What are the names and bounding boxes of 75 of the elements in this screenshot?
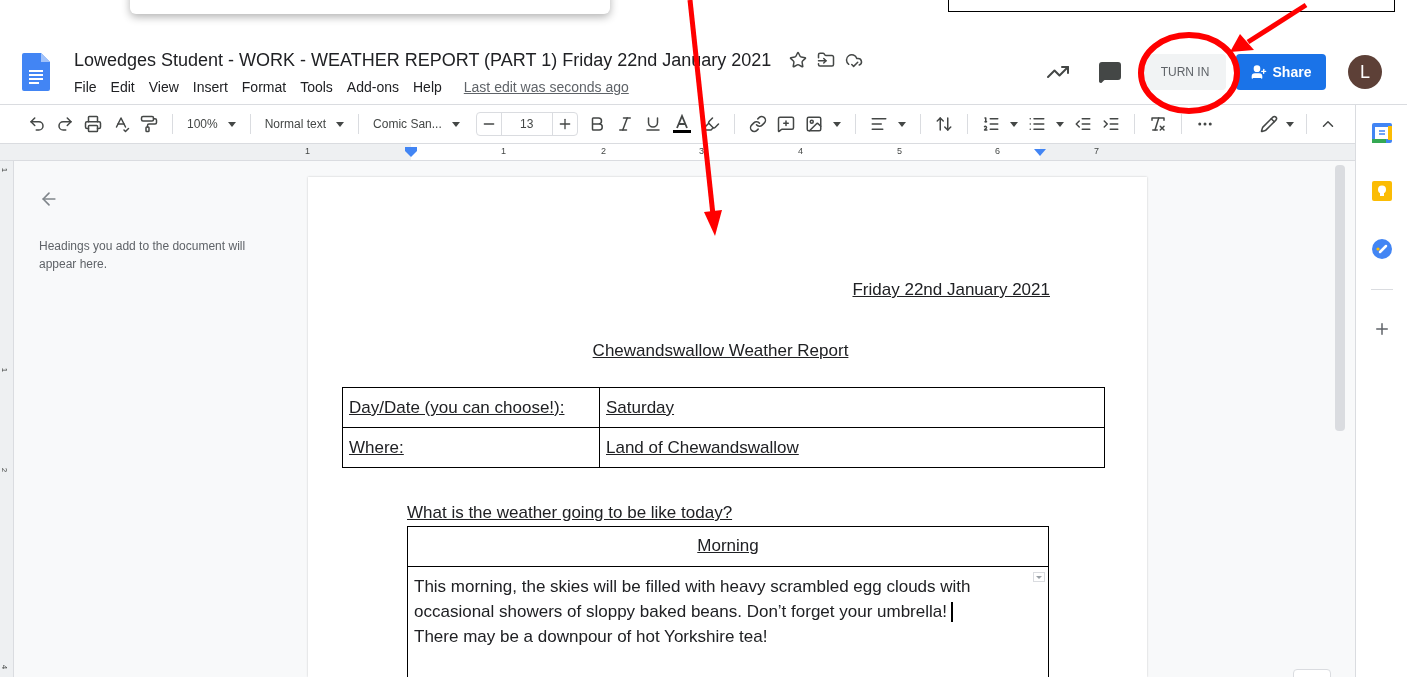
ruler-number: 1 — [305, 145, 310, 158]
menu-item[interactable]: Add-ons — [346, 76, 399, 98]
font-select[interactable]: Comic San... — [373, 115, 442, 133]
menu-item[interactable]: Edit — [110, 76, 135, 98]
check-circle-icon[interactable] — [1371, 239, 1392, 259]
line-spacing-icon[interactable] — [934, 115, 953, 133]
caret-icon[interactable] — [897, 121, 906, 127]
print-icon[interactable] — [84, 115, 102, 133]
increase-indent-icon[interactable] — [1101, 115, 1120, 133]
caret-icon[interactable] — [227, 121, 236, 127]
caret-icon[interactable] — [1055, 121, 1064, 127]
add-comment-icon[interactable] — [776, 115, 795, 133]
table-cell: Where: — [342, 427, 600, 468]
indent-marker-icon[interactable] — [405, 147, 417, 157]
numbered-list-icon[interactable] — [981, 115, 1000, 133]
ruler-number: 2 — [0, 467, 11, 473]
caret-icon[interactable] — [1286, 121, 1294, 127]
style-select[interactable]: Normal text — [264, 115, 327, 133]
table-cell-text: Morning — [697, 535, 759, 558]
ruler-number: 2 — [601, 145, 606, 158]
ruler-number: 4 — [798, 145, 803, 158]
table-cell: Saturday — [599, 387, 1105, 428]
indent-marker-icon[interactable] — [1034, 149, 1046, 156]
folder-icon[interactable] — [817, 51, 836, 69]
decrease-indent-icon[interactable] — [1073, 115, 1092, 133]
undo-icon[interactable] — [28, 115, 46, 133]
menu-item[interactable]: Tools — [300, 76, 333, 98]
outline-hint: Headings you add to the document will appear here. — [39, 238, 247, 273]
caret-icon[interactable] — [336, 121, 345, 127]
image-icon[interactable] — [804, 115, 823, 133]
ruler-number: 7 — [1094, 145, 1099, 158]
underline-icon[interactable] — [643, 115, 662, 133]
menu-item[interactable]: File — [74, 76, 97, 98]
ruler-number: 1 — [0, 167, 11, 173]
document-icon[interactable] — [22, 53, 50, 91]
report-heading: Chewandswallow Weather Report — [592, 339, 849, 362]
table-cell: Day/Date (you can choose!): — [342, 387, 600, 428]
link-icon[interactable] — [748, 115, 767, 133]
pencil-icon[interactable] — [1260, 115, 1278, 133]
caret-icon[interactable] — [832, 121, 841, 127]
ruler-number: 1 — [501, 145, 506, 158]
menu-item[interactable]: Help — [413, 76, 442, 98]
caret-icon[interactable] — [1009, 121, 1018, 127]
menu-item[interactable]: Format — [241, 76, 287, 98]
table-cell: Land of Chewandswallow — [599, 427, 1105, 468]
cloud-check-icon[interactable] — [845, 51, 864, 69]
turn-in-button[interactable]: TURN IN — [1144, 54, 1226, 90]
share-button[interactable]: Share — [1236, 54, 1326, 90]
redo-icon[interactable] — [56, 115, 74, 133]
last-edit-link[interactable]: Last edit was seconds ago — [463, 76, 629, 98]
star-icon[interactable] — [789, 51, 808, 69]
forecast-text: There may be a downpour of hot Yorkshire tea! — [414, 625, 769, 648]
ruler-number: 4 — [0, 664, 11, 670]
date-text: Friday 22nd January 2021 — [852, 279, 1050, 301]
align-icon[interactable] — [869, 115, 888, 133]
avatar[interactable]: L — [1348, 55, 1382, 89]
comment-icon[interactable] — [1098, 60, 1122, 84]
ruler-number: 5 — [897, 145, 902, 158]
menu-item[interactable]: View — [148, 76, 179, 98]
scrollbar-thumb[interactable] — [1335, 165, 1345, 431]
caret-icon[interactable] — [451, 121, 460, 127]
ruler-number: 1 — [0, 367, 11, 373]
menu-item[interactable]: Insert — [192, 76, 228, 98]
calendar-icon[interactable] — [1371, 123, 1392, 143]
text-color-icon[interactable] — [671, 114, 692, 134]
clear-formatting-icon[interactable] — [1148, 115, 1167, 133]
cell-dropdown-icon[interactable] — [1033, 571, 1045, 582]
question-text: What is the weather going to be like today? — [407, 503, 733, 522]
bulleted-list-icon[interactable] — [1027, 115, 1046, 133]
zoom-select[interactable]: 100% — [187, 115, 218, 133]
person-icon — [1250, 64, 1267, 80]
ruler-number: 3 — [699, 145, 704, 158]
ruler-number: 6 — [995, 145, 1000, 158]
forecast-text: This morning, the skies will be filled with heavy scrambled egg clouds with occasional showers of sloppy baked beans. Don’t forget your umbrella! — [414, 575, 972, 624]
paint-format-icon[interactable] — [140, 115, 158, 133]
